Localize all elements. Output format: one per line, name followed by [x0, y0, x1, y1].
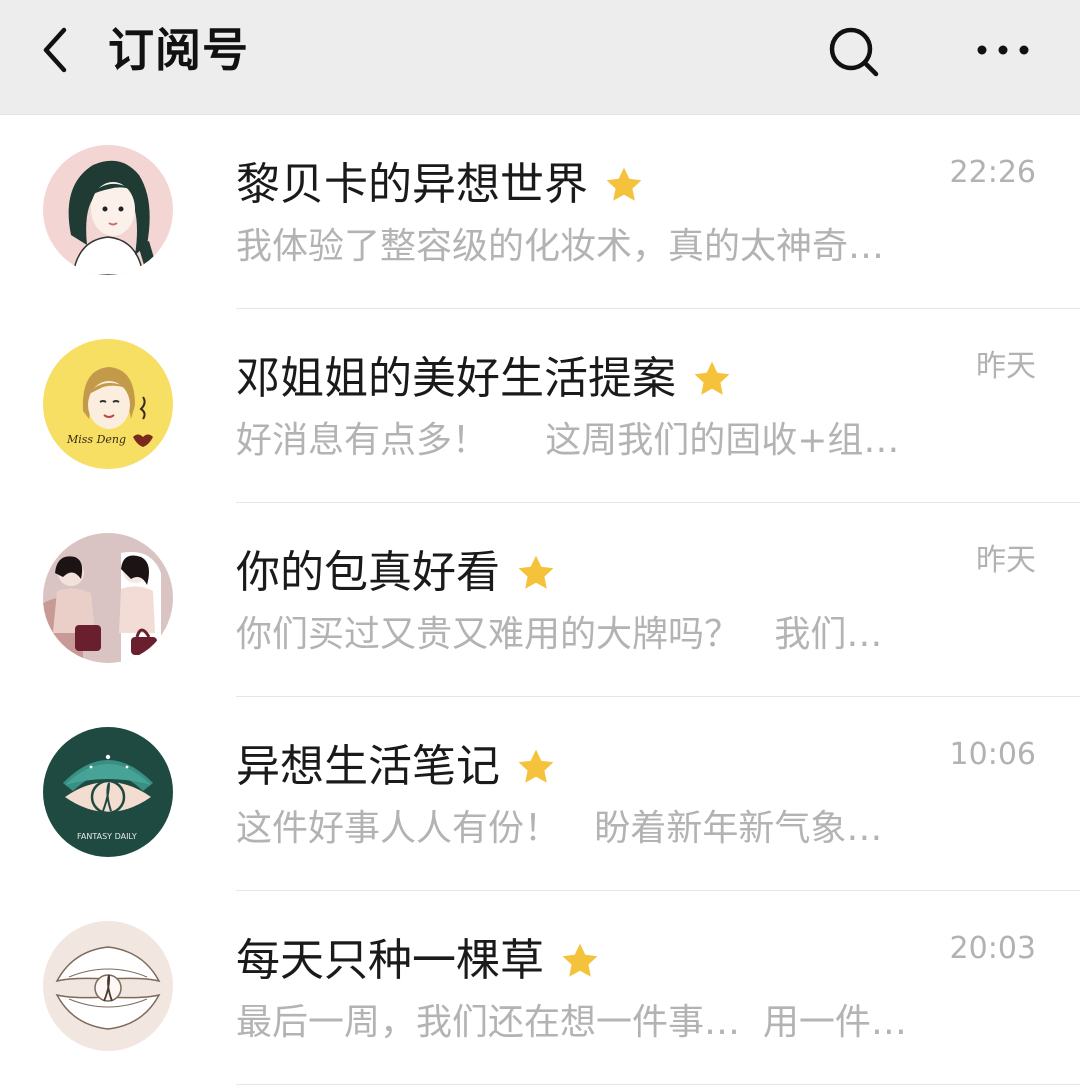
avatar: FANTASY DAILY: [43, 727, 173, 857]
name-row: 异想生活笔记: [236, 737, 558, 797]
account-name: 你的包真好看: [236, 547, 500, 598]
timestamp: 10:06: [949, 737, 1036, 772]
star-icon: [514, 551, 558, 595]
avatar: [43, 533, 173, 663]
fantasy-daily-eye-logo-icon: FANTASY DAILY: [43, 727, 173, 857]
message-preview: 我体验了整容级的化妆术，真的太神奇…: [236, 226, 885, 267]
divider: [236, 1084, 1080, 1085]
avatar-logo-text: FANTASY DAILY: [77, 832, 137, 841]
account-name: 每天只种一棵草: [236, 935, 544, 986]
list-item[interactable]: 黎贝卡的异想世界 22:26 我体验了整容级的化妆术，真的太神奇…: [0, 115, 1080, 309]
chevron-left-icon: [43, 27, 67, 73]
timestamp: 昨天: [976, 543, 1036, 578]
avatar-logo-text: Miss Deng: [66, 433, 126, 446]
top-bar: 订阅号: [0, 0, 1080, 115]
more-button[interactable]: [966, 22, 1040, 78]
star-icon: [602, 163, 646, 207]
list-item[interactable]: 你的包真好看 昨天 你们买过又贵又难用的大牌吗？ 我们…: [0, 503, 1080, 697]
message-preview: 好消息有点多！ 这周我们的固收+组…: [236, 420, 900, 461]
girl-portrait-avatar-icon: [43, 145, 173, 275]
star-icon: [514, 745, 558, 789]
account-name: 黎贝卡的异想世界: [236, 159, 588, 210]
timestamp: 20:03: [949, 931, 1036, 966]
message-preview: 你们买过又贵又难用的大牌吗？ 我们…: [236, 614, 883, 655]
timestamp: 昨天: [976, 349, 1036, 384]
list-item[interactable]: FANTASY DAILY 异想生活笔记 10:06 这件好事人人有份！ 盼着新…: [0, 697, 1080, 891]
list-item[interactable]: Miss Deng 邓姐姐的美好生活提案 昨天 好消息有点多！ 这周我们的固收+…: [0, 309, 1080, 503]
message-preview: 这件好事人人有份！ 盼着新年新气象…: [236, 808, 883, 849]
avatar: [43, 921, 173, 1051]
account-name: 异想生活笔记: [236, 741, 500, 792]
account-name: 邓姐姐的美好生活提案: [236, 353, 676, 404]
two-women-bags-avatar-icon: [43, 533, 173, 663]
avatar: Miss Deng: [43, 339, 173, 469]
name-row: 每天只种一棵草: [236, 931, 602, 991]
star-icon: [690, 357, 734, 401]
name-row: 黎贝卡的异想世界: [236, 155, 646, 215]
page-title: 订阅号: [108, 23, 249, 77]
search-icon: [829, 27, 879, 77]
avatar: [43, 145, 173, 275]
name-row: 邓姐姐的美好生活提案: [236, 349, 734, 409]
message-preview: 最后一周，我们还在想一件事… 用一件…: [236, 1002, 907, 1043]
star-icon: [558, 939, 602, 983]
timestamp: 22:26: [949, 155, 1036, 190]
back-button[interactable]: [26, 20, 86, 80]
search-button[interactable]: [822, 20, 886, 84]
more-dots-icon: [977, 45, 1029, 55]
pearl-shell-logo-icon: [43, 921, 173, 1051]
list-item[interactable]: 每天只种一棵草 20:03 最后一周，我们还在想一件事… 用一件…: [0, 891, 1080, 1085]
name-row: 你的包真好看: [236, 543, 558, 603]
subscription-list: 黎贝卡的异想世界 22:26 我体验了整容级的化妆术，真的太神奇… Miss D…: [0, 115, 1080, 1085]
miss-deng-avatar-icon: Miss Deng: [43, 339, 173, 469]
